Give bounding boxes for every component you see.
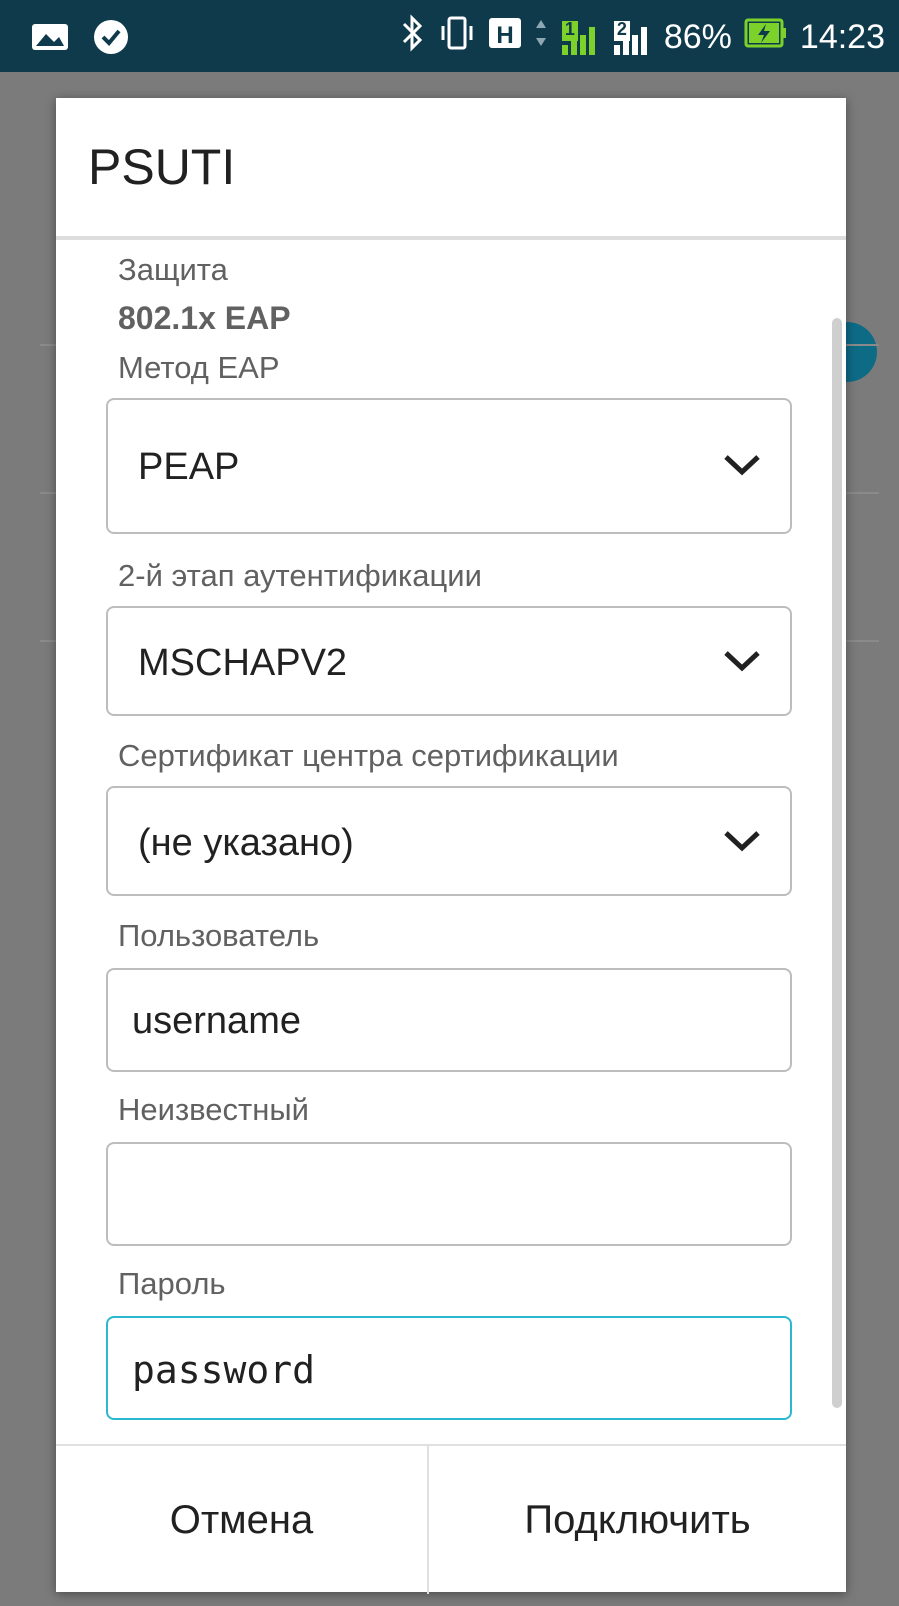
sim2-number: 2 [616, 18, 627, 39]
password-value: password [132, 1348, 316, 1392]
clock: 14:23 [799, 18, 885, 56]
phase2-select[interactable]: MSCHAPV2 [106, 606, 792, 716]
ca-cert-value: (не указано) [138, 822, 354, 864]
phase2-label: 2-й этап аутентификации [118, 558, 482, 593]
image-icon [30, 20, 70, 59]
password-label: Пароль [118, 1266, 226, 1301]
security-value: 802.1x EAP [118, 300, 291, 336]
dialog-title: PSUTI [88, 139, 236, 195]
status-bar: H 1 2 86% 14:23 [0, 0, 899, 72]
username-field[interactable]: username [106, 968, 792, 1072]
anonymous-label: Неизвестный [118, 1092, 309, 1127]
connect-button[interactable]: Подключить [429, 1446, 846, 1594]
chevron-down-icon [722, 828, 762, 859]
eap-method-select[interactable]: PEAP [106, 398, 792, 534]
hspa-icon: H [488, 16, 522, 59]
anonymous-identity-field[interactable] [106, 1142, 792, 1246]
check-circle-icon [92, 18, 130, 61]
scrollbar[interactable] [832, 318, 842, 1408]
password-field[interactable]: password [106, 1316, 792, 1420]
phase2-value: MSCHAPV2 [138, 642, 348, 684]
chevron-down-icon [722, 648, 762, 679]
battery-charging-icon [744, 17, 788, 58]
wifi-config-dialog: PSUTI Защита 802.1x EAP Метод EAP PEAP 2… [56, 98, 846, 1594]
ca-cert-select[interactable]: (не указано) [106, 786, 792, 896]
data-arrows-icon [534, 16, 548, 59]
sim2-signal-icon: 2 [612, 19, 652, 57]
security-label: Защита [118, 252, 228, 287]
eap-method-value: PEAP [138, 446, 240, 488]
username-value: username [132, 1000, 301, 1042]
dialog-button-bar: Отмена Подключить [56, 1444, 846, 1594]
chevron-down-icon [722, 452, 762, 483]
cancel-button[interactable]: Отмена [56, 1446, 427, 1594]
eap-method-label: Метод EAP [118, 350, 280, 385]
network-type-label: H [496, 22, 513, 49]
ca-cert-label: Сертификат центра сертификации [118, 738, 619, 773]
bluetooth-icon [400, 14, 426, 61]
sim1-number: 1 [564, 18, 575, 39]
vibrate-icon [438, 16, 476, 59]
battery-percent: 86% [663, 18, 732, 56]
dialog-content[interactable]: Защита 802.1x EAP Метод EAP PEAP 2-й эта… [56, 240, 846, 1440]
user-label: Пользователь [118, 918, 320, 953]
sim1-signal-icon: 1 [560, 19, 600, 57]
